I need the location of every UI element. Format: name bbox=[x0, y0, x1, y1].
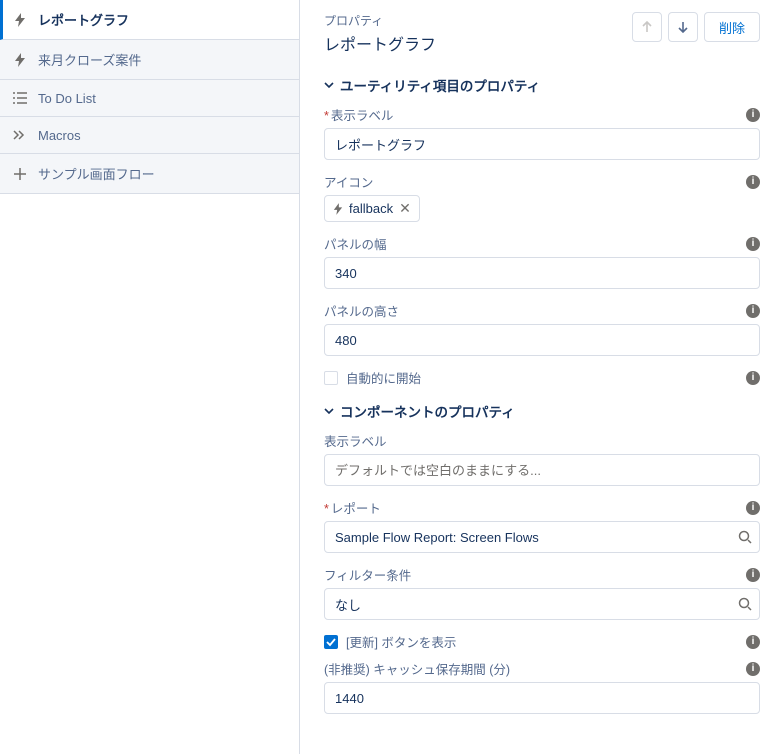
panel-caption: プロパティ bbox=[324, 12, 436, 29]
sidebar-item-report-graph[interactable]: レポートグラフ bbox=[0, 0, 299, 40]
bolt-icon bbox=[12, 52, 28, 68]
sidebar: レポートグラフ 来月クローズ案件 To Do List Macros サンプル画… bbox=[0, 0, 300, 754]
search-icon[interactable] bbox=[738, 530, 752, 544]
plus-icon bbox=[12, 166, 28, 182]
field-label: *表示ラベル bbox=[324, 105, 393, 124]
info-icon[interactable]: i bbox=[746, 568, 760, 582]
field-label: 自動的に開始 bbox=[346, 368, 421, 387]
field-label: アイコン bbox=[324, 172, 373, 191]
bolt-icon bbox=[333, 203, 343, 215]
sidebar-item-label: Macros bbox=[38, 128, 81, 143]
bolt-icon bbox=[12, 12, 28, 28]
autostart-checkbox[interactable] bbox=[324, 371, 338, 385]
sidebar-item-sample-flow[interactable]: サンプル画面フロー bbox=[0, 154, 299, 194]
sidebar-item-todo-list[interactable]: To Do List bbox=[0, 80, 299, 117]
field-label: (非推奨) キャッシュ保存期間 (分) bbox=[324, 659, 510, 678]
cache-duration-input[interactable] bbox=[324, 682, 760, 714]
info-icon[interactable]: i bbox=[746, 501, 760, 515]
report-lookup-input[interactable] bbox=[324, 521, 760, 553]
chevron-down-icon bbox=[324, 406, 334, 416]
panel-width-input[interactable] bbox=[324, 257, 760, 289]
section-title: コンポーネントのプロパティ bbox=[340, 401, 515, 421]
move-up-button[interactable] bbox=[632, 12, 662, 42]
field-label: [更新] ボタンを表示 bbox=[346, 632, 456, 651]
sidebar-item-label: 来月クローズ案件 bbox=[38, 50, 141, 69]
sidebar-item-label: サンプル画面フロー bbox=[38, 164, 155, 183]
sidebar-item-next-month-close[interactable]: 来月クローズ案件 bbox=[0, 40, 299, 80]
info-icon[interactable]: i bbox=[746, 662, 760, 676]
info-icon[interactable]: i bbox=[746, 108, 760, 122]
panel-title: レポートグラフ bbox=[324, 31, 436, 55]
sidebar-item-macros[interactable]: Macros bbox=[0, 117, 299, 154]
search-icon[interactable] bbox=[738, 597, 752, 611]
chevron-down-icon bbox=[324, 80, 334, 90]
field-label: フィルター条件 bbox=[324, 565, 411, 584]
checklist-icon bbox=[12, 90, 28, 106]
info-icon[interactable]: i bbox=[746, 175, 760, 189]
section-utility-header[interactable]: ユーティリティ項目のプロパティ bbox=[324, 75, 760, 95]
field-label: *レポート bbox=[324, 498, 381, 517]
move-down-button[interactable] bbox=[668, 12, 698, 42]
info-icon[interactable]: i bbox=[746, 635, 760, 649]
icon-pill[interactable]: fallback ✕ bbox=[324, 195, 420, 222]
section-title: ユーティリティ項目のプロパティ bbox=[340, 75, 540, 95]
info-icon[interactable]: i bbox=[746, 304, 760, 318]
field-label: パネルの幅 bbox=[324, 234, 387, 253]
panel-height-input[interactable] bbox=[324, 324, 760, 356]
delete-button[interactable]: 削除 bbox=[704, 12, 760, 42]
info-icon[interactable]: i bbox=[746, 371, 760, 385]
component-display-label-input[interactable] bbox=[324, 454, 760, 486]
sidebar-item-label: レポートグラフ bbox=[38, 10, 129, 29]
arrow-down-icon bbox=[677, 21, 689, 33]
field-label: パネルの高さ bbox=[324, 301, 399, 320]
chevrons-icon bbox=[12, 127, 28, 143]
properties-panel: プロパティ レポートグラフ 削除 ユーティリティ項目のプロパティ *表示ラベル … bbox=[300, 0, 784, 754]
field-label: 表示ラベル bbox=[324, 431, 387, 450]
sidebar-item-label: To Do List bbox=[38, 91, 96, 106]
filter-lookup-input[interactable] bbox=[324, 588, 760, 620]
arrow-up-icon bbox=[641, 21, 653, 33]
section-component-header[interactable]: コンポーネントのプロパティ bbox=[324, 401, 760, 421]
show-refresh-checkbox[interactable] bbox=[324, 635, 338, 649]
check-icon bbox=[326, 637, 336, 647]
icon-pill-label: fallback bbox=[349, 201, 393, 216]
info-icon[interactable]: i bbox=[746, 237, 760, 251]
display-label-input[interactable] bbox=[324, 128, 760, 160]
panel-header: プロパティ レポートグラフ 削除 bbox=[324, 12, 760, 55]
close-icon[interactable]: ✕ bbox=[399, 200, 411, 217]
